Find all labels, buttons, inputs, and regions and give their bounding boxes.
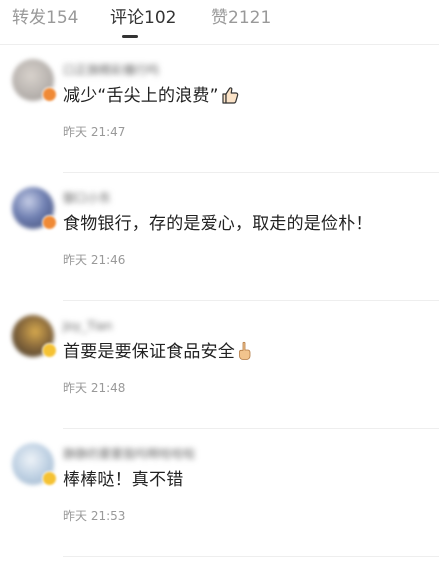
- active-tab-indicator: [122, 35, 138, 38]
- verified-badge-icon: [42, 471, 57, 486]
- tab-comments[interactable]: 评论102: [110, 7, 176, 29]
- comment-text-content: 减少“舌尖上的浪费”: [63, 86, 219, 106]
- divider: [63, 556, 439, 557]
- username[interactable]: 御口小东: [63, 191, 111, 206]
- comment-item[interactable]: 御口小东 食物银行，存的是爱心，取走的是俭朴！ 昨天 21:46: [0, 173, 439, 301]
- comment-text: 食物银行，存的是爱心，取走的是俭朴！: [63, 211, 373, 237]
- username[interactable]: 口正旗精彩播行吗: [63, 63, 159, 78]
- comment-time: 昨天 21:53: [63, 509, 126, 523]
- comment-text-content: 首要是要保证食品安全: [63, 342, 235, 362]
- comment-text-content: 食物银行，存的是爱心，取走的是俭朴！: [63, 214, 373, 234]
- pointing-up-hand-icon: [236, 341, 252, 369]
- tab-bar: 转发154 评论102 赞2121: [0, 0, 439, 45]
- comment-text-content: 棒棒哒！真不错: [63, 470, 184, 490]
- comment-item[interactable]: 静静的要要我吗啊哈哈啦 棒棒哒！真不错 昨天 21:53: [0, 429, 439, 557]
- verified-badge-icon: [42, 215, 57, 230]
- comment-time: 昨天 21:48: [63, 381, 126, 395]
- comment-time: 昨天 21:46: [63, 253, 126, 267]
- verified-badge-icon: [42, 343, 57, 358]
- comment-item[interactable]: 口正旗精彩播行吗 减少“舌尖上的浪费” 昨天 21:47: [0, 45, 439, 173]
- comments-page: 转发154 评论102 赞2121 口正旗精彩播行吗 减少“舌尖上的浪费” 昨天…: [0, 0, 439, 566]
- comment-text: 首要是要保证食品安全: [63, 339, 252, 369]
- comment-text: 减少“舌尖上的浪费”: [63, 83, 240, 113]
- username[interactable]: Joy_Tian: [63, 319, 112, 334]
- comment-item[interactable]: Joy_Tian 首要是要保证食品安全 昨天 21:48: [0, 301, 439, 429]
- thumbs-up-outline-icon: [220, 85, 240, 113]
- comment-time: 昨天 21:47: [63, 125, 126, 139]
- tab-likes[interactable]: 赞2121: [211, 7, 271, 29]
- verified-badge-icon: [42, 87, 57, 102]
- comment-text: 棒棒哒！真不错: [63, 467, 183, 493]
- username[interactable]: 静静的要要我吗啊哈哈啦: [63, 447, 195, 462]
- tab-reposts[interactable]: 转发154: [12, 7, 78, 29]
